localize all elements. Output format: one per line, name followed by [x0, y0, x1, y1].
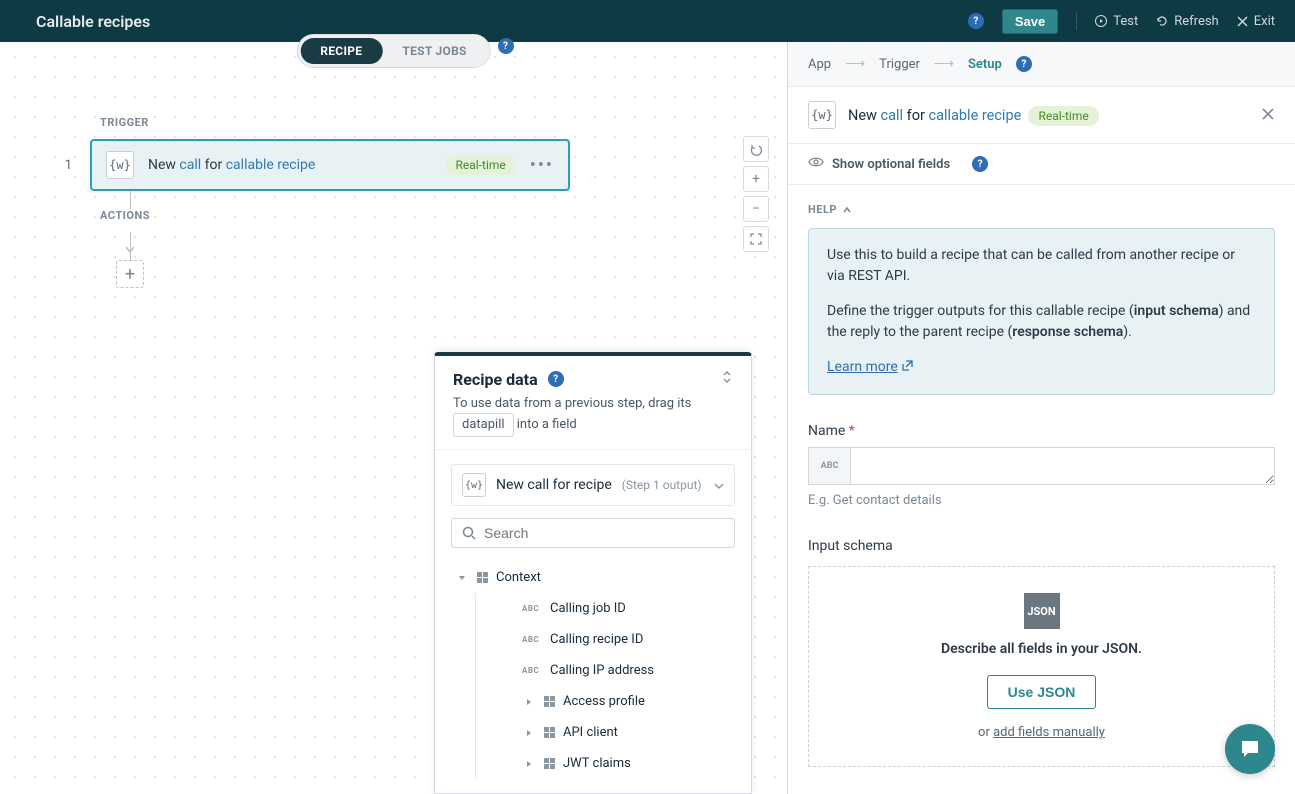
name-field-label: Name *: [808, 423, 1275, 439]
chevron-down-icon: [714, 477, 724, 493]
fit-button[interactable]: [743, 226, 769, 252]
tree-node-api-client[interactable]: API client: [476, 717, 735, 748]
refresh-icon: [1156, 15, 1168, 27]
tree-node-jwt-claims[interactable]: JWT claims: [476, 748, 735, 779]
canvas-tools: + −: [743, 136, 769, 252]
panel-header-text: New call for callable recipe Real-time: [848, 107, 1249, 124]
breadcrumb: App ⟶ Trigger ⟶ Setup ?: [788, 42, 1295, 87]
chevron-right-icon: [522, 726, 536, 740]
chevron-right-icon: [522, 695, 536, 709]
undo-button[interactable]: [743, 136, 769, 162]
play-icon: [1095, 15, 1107, 27]
external-link-icon: [902, 357, 913, 378]
trigger-card-text: New call for callable recipe: [148, 157, 432, 173]
config-sidebar: App ⟶ Trigger ⟶ Setup ? {w} New call for…: [787, 42, 1295, 794]
arrow-right-icon: ⟶: [934, 56, 954, 72]
add-action-button[interactable]: +: [116, 260, 144, 288]
datapill-chip: datapill: [453, 413, 514, 437]
datapill-search-input[interactable]: [484, 525, 724, 541]
show-optional-fields-toggle[interactable]: Show optional fields ?: [788, 144, 1295, 185]
eye-icon: [808, 156, 824, 172]
workato-icon: {w}: [462, 473, 486, 497]
learn-more-link[interactable]: Learn more: [827, 359, 913, 375]
object-icon: [544, 727, 555, 738]
step-menu-button[interactable]: •••: [530, 155, 554, 176]
name-hint: E.g. Get contact details: [808, 493, 1275, 508]
input-schema-label: Input schema: [808, 538, 1275, 554]
close-panel-button[interactable]: [1261, 106, 1275, 125]
or-text: or add fields manually: [829, 725, 1254, 740]
breadcrumb-setup[interactable]: Setup: [968, 57, 1002, 72]
trigger-step-card[interactable]: {w} New call for callable recipe Real-ti…: [90, 139, 570, 191]
breadcrumb-help-icon[interactable]: ?: [1016, 56, 1032, 72]
recipe-data-desc: To use data from a previous step, drag i…: [453, 395, 733, 437]
header-actions: ? Save Test Refresh Exit: [968, 9, 1275, 34]
tree-node-calling-recipe-id[interactable]: ABC Calling recipe ID: [476, 624, 735, 655]
recipe-data-panel: Recipe data ? To use data from a previou…: [434, 352, 752, 794]
tree-node-calling-ip[interactable]: ABC Calling IP address: [476, 655, 735, 686]
string-type-icon: ABC: [522, 635, 542, 644]
optional-fields-help-icon[interactable]: ?: [972, 156, 988, 172]
use-json-button[interactable]: Use JSON: [987, 675, 1097, 709]
save-button[interactable]: Save: [1002, 9, 1058, 34]
collapse-button[interactable]: [721, 370, 733, 388]
realtime-badge: Real-time: [1028, 106, 1098, 126]
string-type-icon: ABC: [522, 604, 542, 613]
app-header: Callable recipes ? Save Test Refresh Exi…: [0, 0, 1295, 42]
exit-button[interactable]: Exit: [1237, 14, 1275, 29]
chat-icon: [1238, 737, 1262, 761]
search-input-wrapper: [451, 518, 735, 548]
tree-node-calling-job-id[interactable]: ABC Calling job ID: [476, 593, 735, 624]
step-number: 1: [60, 158, 72, 173]
step-output-selector[interactable]: {w} New call for recipe (Step 1 output): [451, 464, 735, 506]
realtime-badge: Real-time: [446, 155, 516, 175]
search-icon: [462, 526, 476, 540]
json-description: Describe all fields in your JSON.: [829, 641, 1254, 657]
name-input-wrapper: ABC: [808, 447, 1275, 485]
input-schema-box: JSON Describe all fields in your JSON. U…: [808, 566, 1275, 767]
add-fields-manually-link[interactable]: add fields manually: [993, 725, 1105, 740]
help-content: Use this to build a recipe that can be c…: [808, 228, 1275, 395]
recipe-data-title: Recipe data: [453, 370, 538, 389]
tab-test-jobs[interactable]: TEST JOBS: [382, 38, 486, 64]
workato-icon: {w}: [106, 151, 134, 179]
help-icon[interactable]: ?: [968, 13, 984, 29]
arrow-right-icon: ⟶: [845, 56, 865, 72]
tree-node-context[interactable]: Context: [451, 562, 735, 593]
tree-node-access-profile[interactable]: Access profile: [476, 686, 735, 717]
object-icon: [544, 758, 555, 769]
recipe-canvas[interactable]: RECIPE TEST JOBS ? + − TRIGGER 1 {w} New…: [0, 42, 787, 794]
breadcrumb-app[interactable]: App: [808, 57, 831, 72]
chevron-down-icon: [455, 571, 469, 585]
zoom-in-button[interactable]: +: [743, 166, 769, 192]
refresh-button[interactable]: Refresh: [1156, 14, 1218, 29]
object-icon: [544, 696, 555, 707]
page-title: Callable recipes: [36, 12, 150, 31]
json-icon: JSON: [1024, 593, 1060, 629]
chat-fab[interactable]: [1225, 724, 1275, 774]
chevron-up-icon: [843, 207, 851, 213]
string-type-icon: ABC: [809, 448, 851, 484]
zoom-out-button[interactable]: −: [743, 196, 769, 222]
actions-section-label: ACTIONS: [100, 209, 697, 222]
breadcrumb-trigger[interactable]: Trigger: [879, 57, 920, 72]
divider: [1076, 12, 1077, 30]
test-button[interactable]: Test: [1095, 14, 1138, 29]
recipe-data-help-icon[interactable]: ?: [548, 371, 564, 387]
view-tabs: RECIPE TEST JOBS: [296, 34, 491, 68]
chevron-right-icon: [522, 757, 536, 771]
trigger-section-label: TRIGGER: [100, 116, 697, 129]
help-section-toggle[interactable]: HELP: [808, 203, 1275, 216]
workato-icon: {w}: [808, 101, 836, 129]
object-icon: [477, 572, 488, 583]
name-input[interactable]: [851, 448, 1274, 484]
string-type-icon: ABC: [522, 666, 542, 675]
close-icon: [1237, 16, 1248, 27]
tabs-help-icon[interactable]: ?: [498, 38, 514, 54]
panel-header: {w} New call for callable recipe Real-ti…: [788, 87, 1295, 144]
tab-recipe[interactable]: RECIPE: [300, 38, 382, 64]
